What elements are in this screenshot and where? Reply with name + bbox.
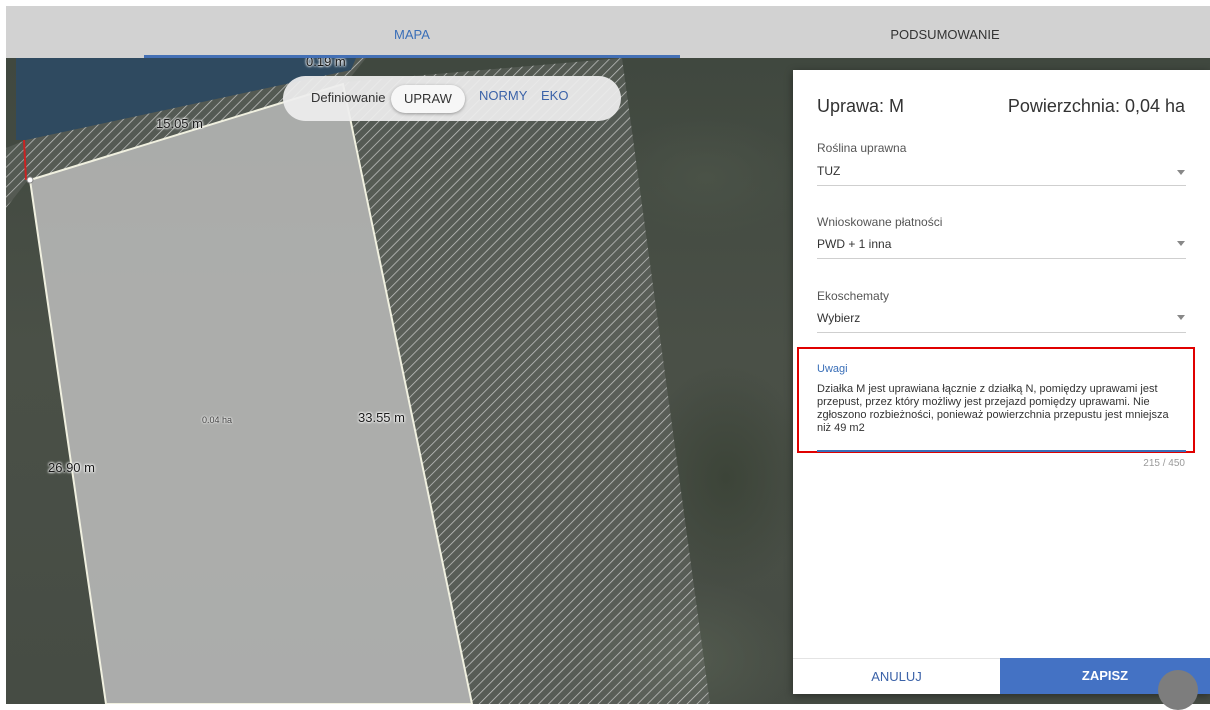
definition-mode-bar: Definiowanie UPRAW NORMY EKO	[283, 76, 621, 121]
requested-payments-label: Wnioskowane płatności	[817, 215, 943, 229]
field-underline	[817, 185, 1186, 186]
chevron-down-icon[interactable]	[1177, 315, 1185, 320]
chevron-down-icon[interactable]	[1177, 170, 1185, 175]
mode-upraw-button[interactable]: UPRAW	[391, 85, 465, 113]
dimension-label-right: 33.55 m	[358, 410, 405, 425]
crop-edit-panel: Uprawa: M Powierzchnia: 0,04 ha Roślina …	[793, 70, 1210, 694]
mode-normy-button[interactable]: NORMY	[479, 88, 527, 103]
notes-underline	[817, 450, 1186, 452]
tab-mapa-label: MAPA	[394, 27, 430, 42]
ecoschemes-label: Ekoschematy	[817, 289, 890, 303]
chevron-down-icon[interactable]	[1177, 241, 1185, 246]
notes-label: Uwagi	[817, 363, 848, 375]
panel-title: Uprawa: M	[817, 96, 905, 116]
crop-plant-select[interactable]: TUZ	[817, 164, 840, 178]
notes-char-counter: 215 / 450	[1143, 458, 1185, 469]
dimension-label-top: 15.05 m	[156, 116, 203, 131]
floating-action-button[interactable]	[1158, 670, 1198, 710]
cancel-button[interactable]: ANULUJ	[793, 658, 1000, 694]
tab-podsumowanie[interactable]: PODSUMOWANIE	[680, 6, 1210, 58]
requested-payments-select[interactable]: PWD + 1 inna	[817, 237, 891, 251]
field-underline	[817, 332, 1186, 333]
mode-eko-button[interactable]: EKO	[541, 88, 568, 103]
top-tab-bar: MAPA PODSUMOWANIE	[6, 6, 1210, 58]
parcel-vertex	[26, 176, 34, 184]
tab-mapa[interactable]: MAPA	[144, 6, 680, 58]
ecoschemes-select[interactable]: Wybierz	[817, 311, 860, 325]
dimension-label-left: 26.90 m	[48, 460, 95, 475]
definition-label: Definiowanie	[311, 90, 386, 105]
crop-plant-label: Roślina uprawna	[817, 141, 907, 155]
parcel-area-label: 0.04 ha	[202, 415, 233, 425]
field-underline	[817, 258, 1186, 259]
tab-podsumowanie-label: PODSUMOWANIE	[890, 27, 1000, 42]
notes-textarea[interactable]: Działka M jest uprawiana łącznie z dział…	[817, 383, 1185, 443]
panel-area: Powierzchnia: 0,04 ha	[1007, 96, 1185, 116]
dimension-label-top-cut: 0.19 m	[306, 58, 346, 69]
